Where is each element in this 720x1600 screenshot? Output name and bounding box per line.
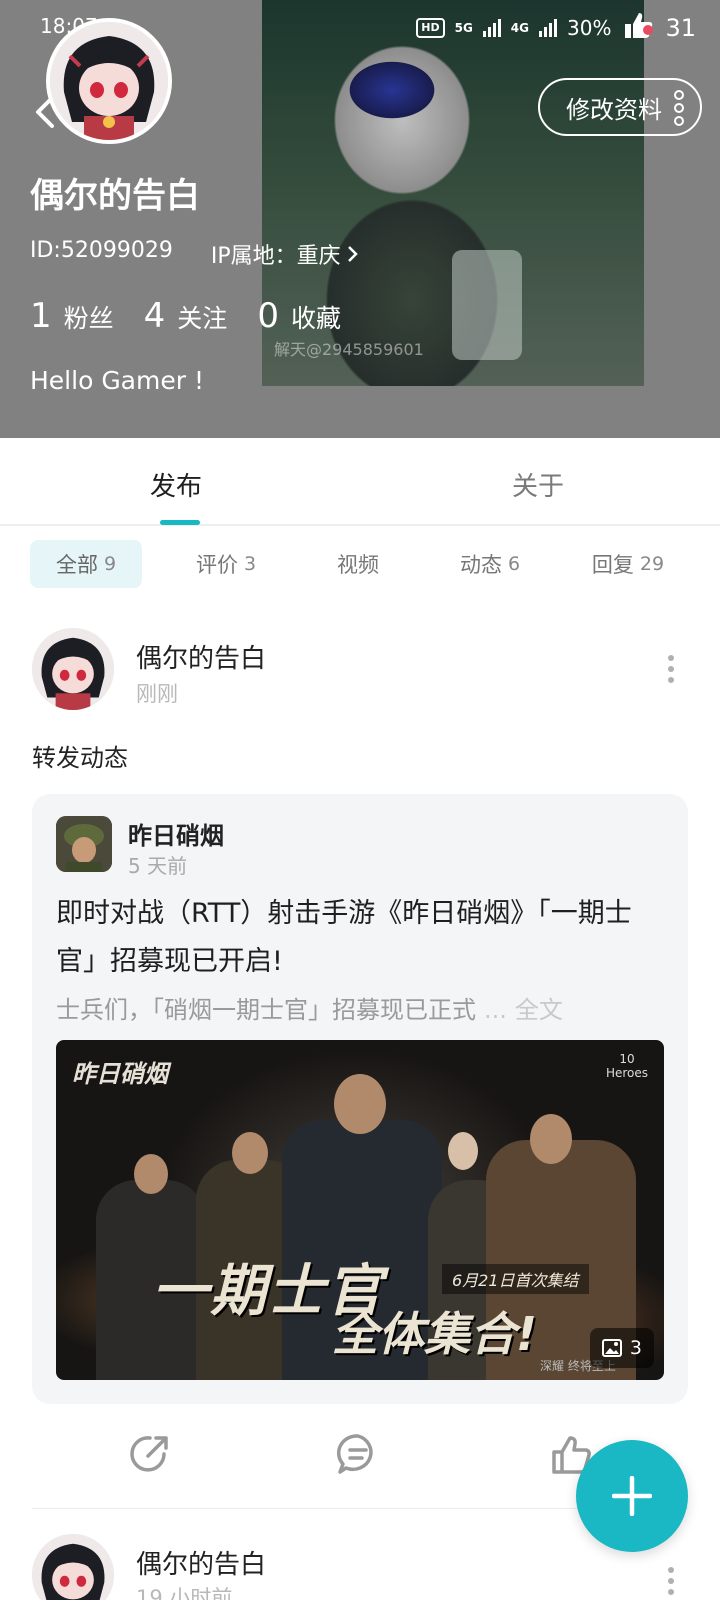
card-excerpt: 士兵们，「硝烟一期士官」招募现已正式... 全文 — [56, 990, 666, 1025]
filter-count: 3 — [243, 553, 257, 575]
filter-videos[interactable]: 视频 — [302, 540, 414, 588]
post-avatar[interactable] — [32, 1534, 114, 1600]
filter-label: 动态 — [459, 553, 502, 577]
filter-label: 全部 — [55, 553, 98, 577]
card-title: 即时对战（RTT）射击手游《昨日硝烟》「一期士官」招募现已开启! — [56, 898, 632, 977]
excerpt-text: 士兵们，「硝烟一期士官」招募现已正式 — [56, 996, 476, 1024]
image-count: 3 — [629, 1337, 642, 1359]
more-vertical-icon[interactable] — [666, 1566, 676, 1596]
image-count-badge: 3 — [589, 1328, 654, 1368]
edit-profile-button[interactable]: 修改资料 — [538, 78, 702, 136]
post-text: 转发动态 — [32, 744, 128, 772]
filter-count: 9 — [103, 553, 117, 575]
profile-avatar[interactable] — [46, 18, 172, 144]
filter-count: 6 — [507, 553, 521, 575]
main-tabs: 发布 关于 — [0, 438, 720, 526]
profile-name: 偶尔的告白 — [30, 176, 200, 216]
profile-stats: 1 粉丝 4 关注 0 收藏 — [30, 296, 341, 336]
banner-brand: 10 Heroes — [606, 1052, 648, 1080]
card-banner-image[interactable]: 昨日硝烟 10 Heroes 6月21日首次集结 一期士官 全体集合! 深耀 终… — [56, 1040, 664, 1380]
add-post-button[interactable] — [576, 1440, 688, 1552]
stat-favorites[interactable]: 0 收藏 — [257, 296, 341, 336]
share-icon[interactable] — [126, 1430, 174, 1478]
post-time: 刚刚 — [136, 682, 178, 706]
filter-count: 29 — [639, 553, 665, 575]
filter-label: 回复 — [591, 553, 634, 577]
stat-label: 粉丝 — [63, 304, 114, 333]
game-post-time: 5 天前 — [128, 854, 188, 878]
stat-label: 收藏 — [290, 304, 341, 333]
signal2-icon — [539, 18, 557, 37]
stat-num: 4 — [143, 296, 166, 336]
image-icon — [601, 1339, 622, 1357]
brand-top: 10 — [619, 1052, 635, 1066]
brand-bottom: Heroes — [605, 1066, 648, 1080]
profile-bio: Hello Gamer ! — [30, 366, 204, 395]
filter-replies[interactable]: 回复 29 — [566, 540, 690, 588]
post-time: 19 小时前 — [136, 1586, 233, 1600]
post-avatar[interactable] — [32, 628, 114, 710]
banner-subheadline: 全体集合! — [332, 1307, 537, 1361]
filter-moments[interactable]: 动态 6 — [434, 540, 546, 588]
ip-location-text: IP属地：重庆 — [210, 244, 341, 269]
tab-publish[interactable]: 发布 — [150, 466, 202, 503]
filter-chips: 全部 9 评价 3 视频 动态 6 回复 29 — [30, 540, 690, 588]
filter-label: 评价 — [195, 553, 238, 577]
post-author[interactable]: 偶尔的告白 — [136, 638, 266, 675]
plus-icon — [612, 1476, 652, 1516]
signal-icon — [482, 18, 501, 37]
ip-location-link[interactable]: IP属地：重庆 — [211, 238, 359, 270]
stat-num: 0 — [257, 296, 279, 336]
stat-num: 1 — [30, 296, 52, 336]
profile-header: 解天@2945859601 18:07 HD 5G 4G 30% 31 修改资料… — [0, 0, 720, 438]
hd-icon: HD — [416, 17, 445, 38]
excerpt-ellipsis: ... — [484, 996, 507, 1024]
banner-date: 6月21日首次集结 — [442, 1264, 589, 1294]
network-label: 5G — [454, 20, 473, 35]
read-full-link[interactable]: 全文 — [515, 996, 563, 1024]
battery-level: 30% — [567, 15, 612, 40]
game-icon[interactable] — [56, 816, 112, 872]
chevron-right-icon — [347, 246, 358, 262]
game-name[interactable]: 昨日硝烟 — [128, 816, 224, 851]
post-author[interactable]: 偶尔的告白 — [136, 1544, 266, 1581]
filter-all[interactable]: 全部 9 — [30, 540, 142, 588]
comment-icon[interactable] — [334, 1430, 382, 1478]
stat-following[interactable]: 4 关注 — [144, 296, 228, 336]
filter-reviews[interactable]: 评价 3 — [170, 540, 282, 588]
notification-count: 31 — [665, 13, 696, 42]
tab-indicator — [160, 520, 200, 525]
more-vertical-icon[interactable] — [666, 654, 676, 684]
more-vertical-icon — [674, 90, 684, 126]
profile-id: ID:52099029 — [30, 238, 173, 263]
tab-about[interactable]: 关于 — [512, 466, 564, 503]
shared-post-card[interactable]: 昨日硝烟 5 天前 即时对战（RTT）射击手游《昨日硝烟》「一期士官」招募现已开… — [32, 794, 688, 1404]
stat-label: 关注 — [177, 304, 228, 333]
edit-profile-label: 修改资料 — [566, 95, 662, 124]
stat-followers[interactable]: 1 粉丝 — [30, 296, 114, 336]
profile-meta: ID:52099029 IP属地：重庆 — [30, 238, 359, 270]
banner-logo: 昨日硝烟 — [72, 1060, 168, 1088]
filter-label: 视频 — [337, 553, 379, 577]
network2-label: 4G — [510, 20, 529, 35]
notification-like-icon — [621, 10, 655, 45]
